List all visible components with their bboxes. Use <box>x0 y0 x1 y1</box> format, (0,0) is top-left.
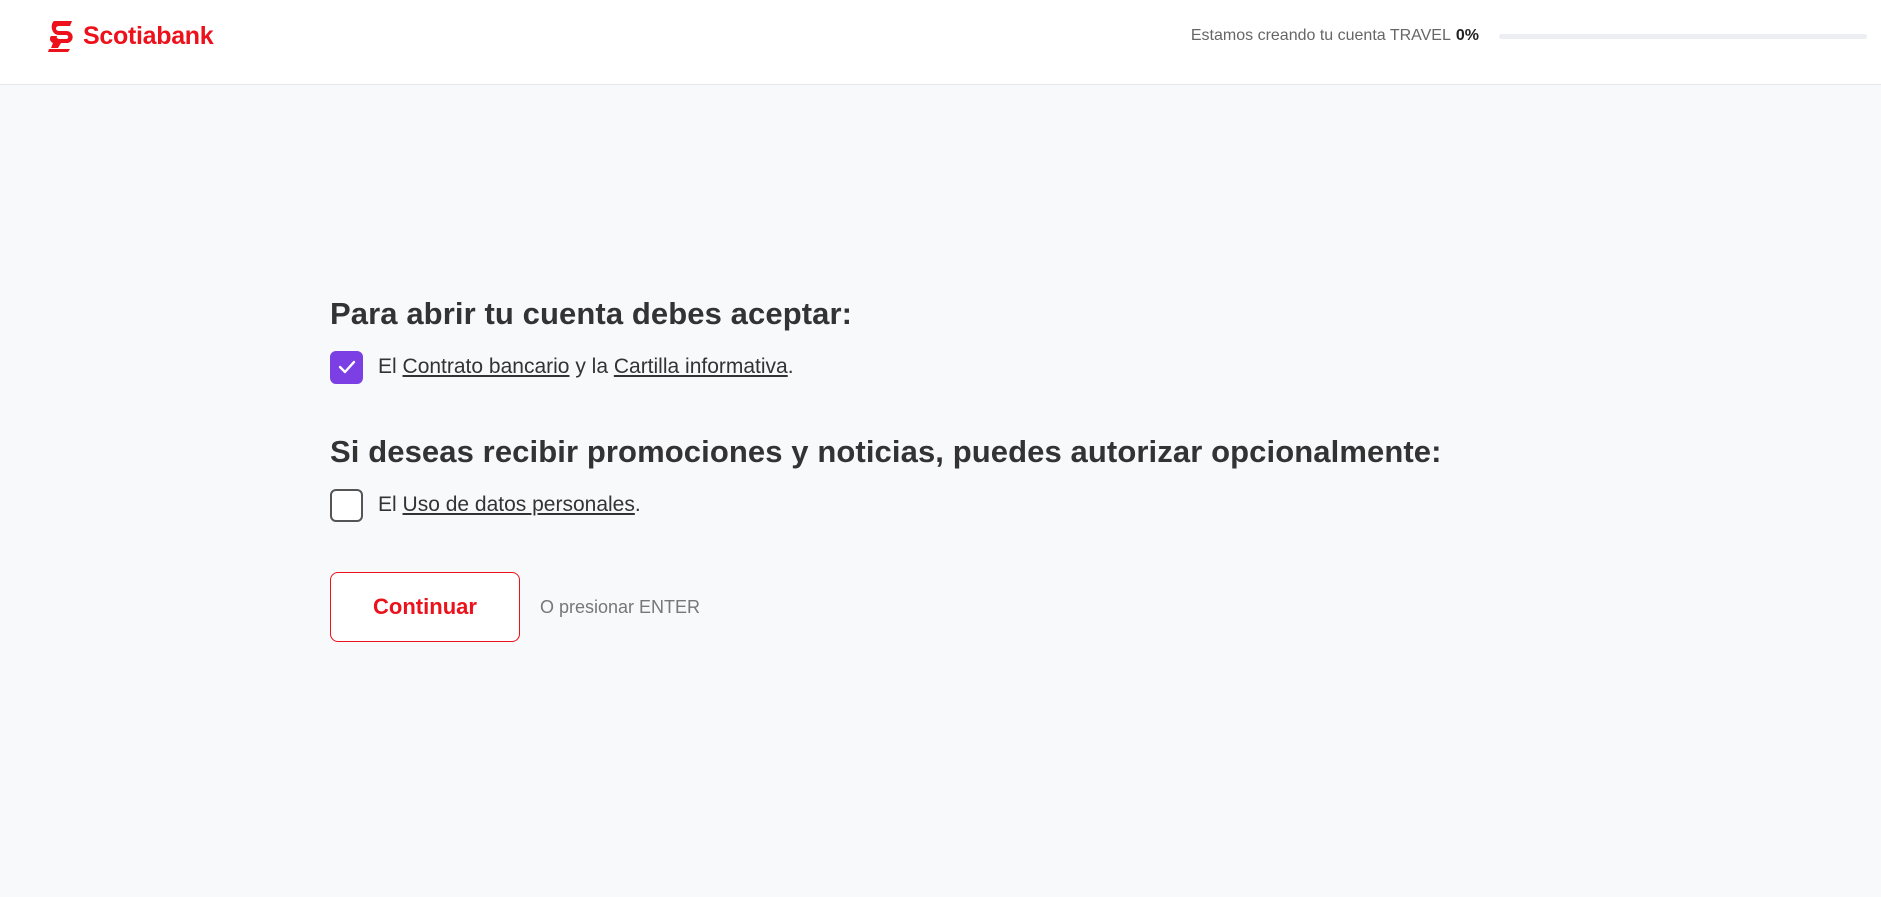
progress-label: Estamos creando tu cuenta TRAVEL <box>1190 27 1451 44</box>
consent-middle: y la <box>575 355 608 378</box>
consent-prefix: El <box>378 355 397 378</box>
contract-checkbox[interactable] <box>330 350 363 384</box>
contract-consent-label: El Contrato bancario y la Cartilla infor… <box>378 350 794 384</box>
cartilla-informativa-link[interactable]: Cartilla informativa <box>614 355 788 378</box>
enter-hint: O presionar ENTER <box>540 596 701 617</box>
uso-datos-personales-link[interactable]: Uso de datos personales <box>403 493 635 516</box>
checkmark-icon <box>338 360 355 374</box>
optional-consent-suffix: . <box>634 493 641 516</box>
terms-form: Para abrir tu cuenta debes aceptar: El C… <box>330 290 1530 642</box>
continue-button[interactable]: Continuar <box>330 572 520 642</box>
optional-section: Si deseas recibir promociones y noticias… <box>330 428 1530 522</box>
consent-suffix: . <box>787 355 794 378</box>
scotiabank-logo-icon <box>48 21 73 52</box>
scotiabank-logo[interactable]: Scotiabank <box>48 19 214 53</box>
account-progress: Estamos creando tu cuenta TRAVEL 0% <box>1191 24 1867 48</box>
personal-data-checkbox[interactable] <box>330 488 363 522</box>
optional-consent-prefix: El <box>378 493 397 516</box>
required-section: Para abrir tu cuenta debes aceptar: El C… <box>330 290 1530 384</box>
logo-text: Scotiabank <box>83 21 214 50</box>
optional-heading: Si deseas recibir promociones y noticias… <box>330 434 1442 469</box>
top-header: Scotiabank Estamos creando tu cuenta TRA… <box>0 0 1881 85</box>
optional-consent-row: El Uso de datos personales. <box>330 488 1530 522</box>
required-heading: Para abrir tu cuenta debes aceptar: <box>330 296 853 331</box>
form-actions: Continuar O presionar ENTER <box>330 572 1530 642</box>
contrato-bancario-link[interactable]: Contrato bancario <box>403 355 570 378</box>
personal-data-consent-label: El Uso de datos personales. <box>378 488 641 522</box>
progress-percentage: 0% <box>1455 27 1479 44</box>
progress-bar <box>1499 33 1867 39</box>
required-consent-row: El Contrato bancario y la Cartilla infor… <box>330 350 1530 384</box>
